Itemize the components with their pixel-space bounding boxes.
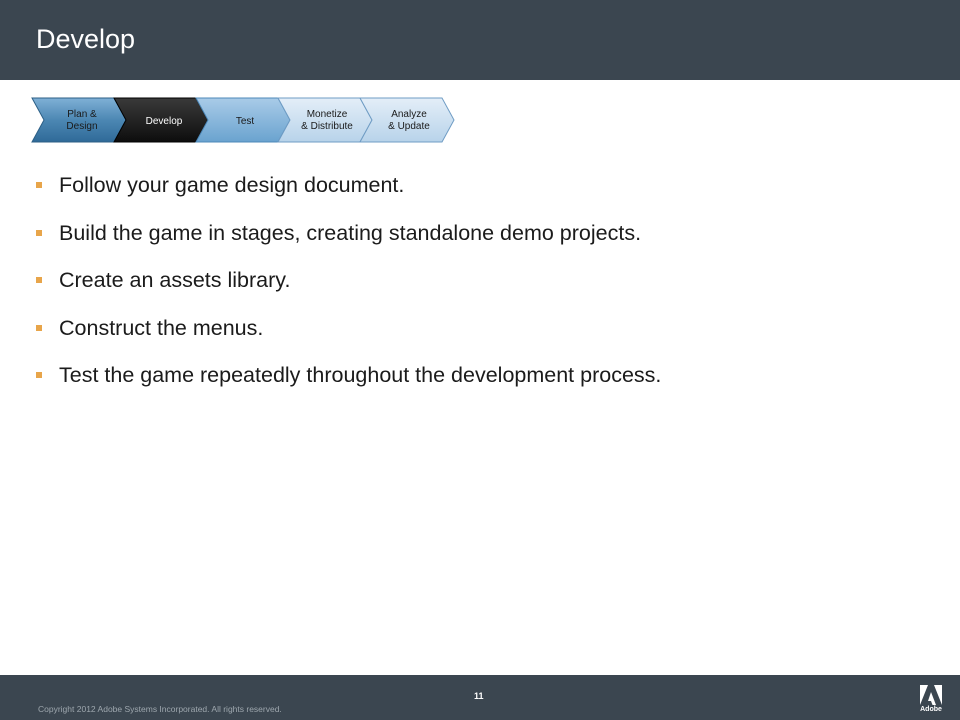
header-bar: Develop: [0, 0, 960, 80]
bullet-item: Build the game in stages, creating stand…: [36, 216, 661, 264]
bullet-marker-icon: [36, 372, 42, 378]
step-label-monetize-line2: & Distribute: [301, 121, 353, 132]
bullet-item: Construct the menus.: [36, 311, 661, 359]
step-label-plan-line2: Design: [66, 121, 97, 132]
bullet-text: Construct the menus.: [59, 315, 264, 340]
adobe-logo-icon: [920, 685, 942, 705]
process-step-plan-design: [31, 97, 127, 143]
page-number: 11: [474, 691, 484, 701]
slide-title: Develop: [36, 24, 136, 54]
adobe-logo-text: Adobe: [920, 706, 942, 713]
bullet-text: Create an assets library.: [59, 268, 291, 292]
bullet-text: Test the game repeatedly throughout the …: [59, 363, 662, 387]
bullet-marker-icon: [36, 277, 42, 283]
process-diagram: Plan & Design Develop Test Monetize & Di…: [30, 96, 460, 144]
footer-bar: Copyright 2012 Adobe Systems Incorporate…: [0, 675, 960, 720]
bullet-marker-icon: [36, 229, 42, 236]
bullet-list: Follow your game design document. Build …: [36, 168, 661, 406]
adobe-logo: Adobe: [919, 684, 943, 716]
step-label-monetize-line1: Monetize: [307, 109, 348, 120]
step-label-test: Test: [236, 116, 255, 127]
process-step-analyze-update: [359, 97, 455, 143]
bullet-text: Follow your game design document.: [59, 173, 405, 197]
bullet-marker-icon: [36, 324, 42, 331]
step-label-analyze-line1: Analyze: [391, 109, 427, 120]
step-label-plan-line1: Plan &: [67, 109, 97, 120]
process-step-monetize-distribute: [277, 97, 373, 143]
copyright-text: Copyright 2012 Adobe Systems Incorporate…: [38, 704, 282, 714]
step-label-analyze-line2: & Update: [388, 121, 430, 132]
bullet-text: Build the game in stages, creating stand…: [59, 220, 642, 245]
step-label-develop: Develop: [146, 116, 183, 127]
bullet-item: Test the game repeatedly throughout the …: [36, 358, 661, 406]
bullet-item: Create an assets library.: [36, 263, 661, 311]
bullet-item: Follow your game design document.: [36, 168, 661, 216]
bullet-marker-icon: [36, 182, 42, 188]
